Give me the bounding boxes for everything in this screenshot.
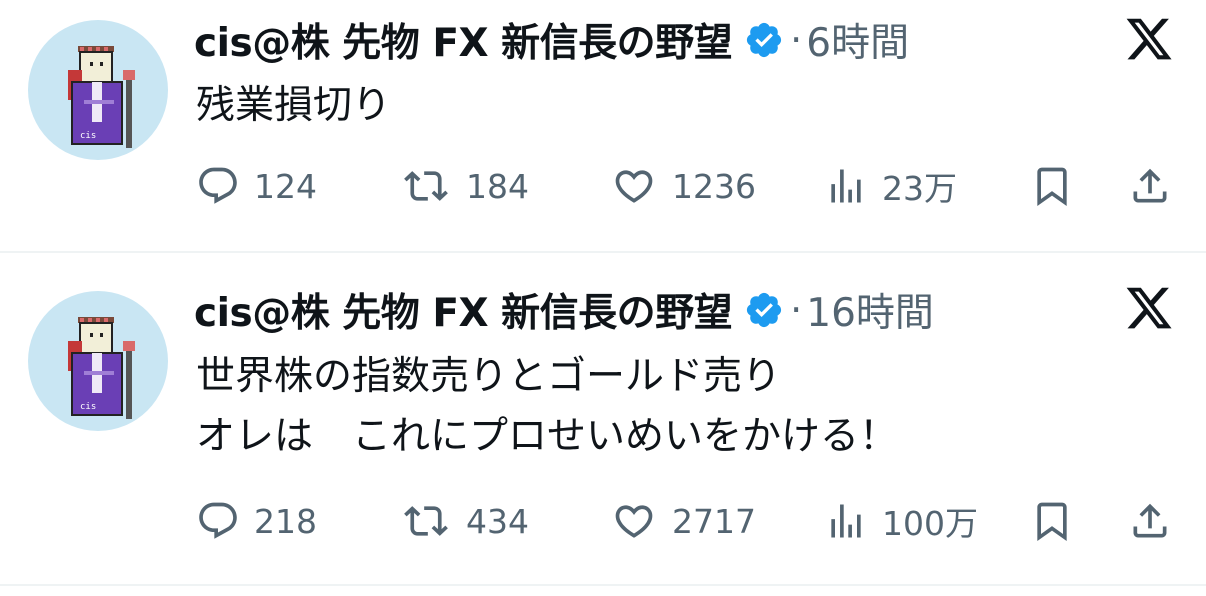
reply-icon: [199, 502, 237, 539]
tweet[interactable]: cis cis@株 先物 FX 新信長の野望 · 16時間 世界株の指数売りとゴ…: [0, 253, 1206, 583]
like-count: 1236: [672, 166, 756, 206]
x-logo-icon: [1126, 18, 1172, 60]
avatar[interactable]: cis: [28, 20, 168, 160]
reply-icon: [199, 167, 237, 204]
reply-button[interactable]: 218: [196, 497, 317, 545]
retweet-count: 434: [466, 501, 529, 541]
share-button[interactable]: [1128, 497, 1172, 545]
views-count: 100万: [882, 504, 978, 543]
retweet-button[interactable]: 184: [400, 162, 529, 210]
heart-icon: [615, 505, 653, 538]
action-bar: 218 434 2717 100万: [0, 497, 1206, 545]
views-chart-icon: [831, 169, 861, 203]
tweet-text-line: オレは これにプロせいめいをかける！: [196, 414, 899, 459]
bookmark-button[interactable]: [1030, 162, 1074, 210]
views-chart-icon: [831, 504, 861, 538]
separator-dot: ·: [790, 288, 803, 332]
like-button[interactable]: 2717: [610, 497, 756, 545]
share-button[interactable]: [1128, 162, 1172, 210]
action-bar: 124 184 1236 23万: [0, 162, 1206, 210]
tweet-text: 残業損切り: [196, 83, 392, 128]
reply-count: 124: [254, 166, 317, 206]
tweet-text-line: 世界株の指数売りとゴールド売り: [196, 354, 782, 399]
timestamp[interactable]: 6時間: [806, 12, 909, 68]
bookmark-button[interactable]: [1030, 497, 1074, 545]
svg-text:cis: cis: [80, 402, 96, 412]
bookmark-icon: [1037, 167, 1067, 207]
svg-text:cis: cis: [80, 131, 96, 141]
x-logo-icon: [1126, 287, 1172, 329]
verified-badge-icon: [747, 292, 782, 328]
tweet-header: cis@株 先物 FX 新信長の野望 · 16時間: [194, 286, 934, 336]
separator-dot: ·: [790, 18, 803, 62]
retweet-button[interactable]: 434: [400, 497, 529, 545]
avatar[interactable]: cis: [28, 291, 168, 431]
retweet-icon: [404, 506, 448, 536]
retweet-icon: [404, 171, 448, 201]
display-name[interactable]: cis@株 先物 FX 新信長の野望: [194, 12, 733, 68]
share-icon: [1133, 503, 1167, 538]
tweet-header: cis@株 先物 FX 新信長の野望 · 6時間: [194, 16, 909, 66]
timestamp[interactable]: 16時間: [806, 282, 934, 338]
bookmark-icon: [1037, 502, 1067, 542]
like-count: 2717: [672, 501, 756, 541]
display-name[interactable]: cis@株 先物 FX 新信長の野望: [194, 282, 733, 338]
pixel-character-avatar-image: cis: [68, 317, 135, 419]
like-button[interactable]: 1236: [610, 162, 756, 210]
tweet-divider: [0, 584, 1206, 586]
share-icon: [1133, 168, 1167, 203]
views-button[interactable]: 23万: [824, 162, 957, 210]
views-count: 23万: [882, 169, 957, 208]
tweet[interactable]: cis cis@株 先物 FX 新信長の野望 · 6時間 残業損切り 124 1…: [0, 0, 1206, 252]
verified-badge-icon: [747, 22, 782, 58]
heart-icon: [615, 170, 653, 203]
views-button[interactable]: 100万: [824, 497, 978, 545]
pixel-character-avatar-image: cis: [68, 46, 135, 148]
retweet-count: 184: [466, 166, 529, 206]
reply-button[interactable]: 124: [196, 162, 317, 210]
reply-count: 218: [254, 501, 317, 541]
